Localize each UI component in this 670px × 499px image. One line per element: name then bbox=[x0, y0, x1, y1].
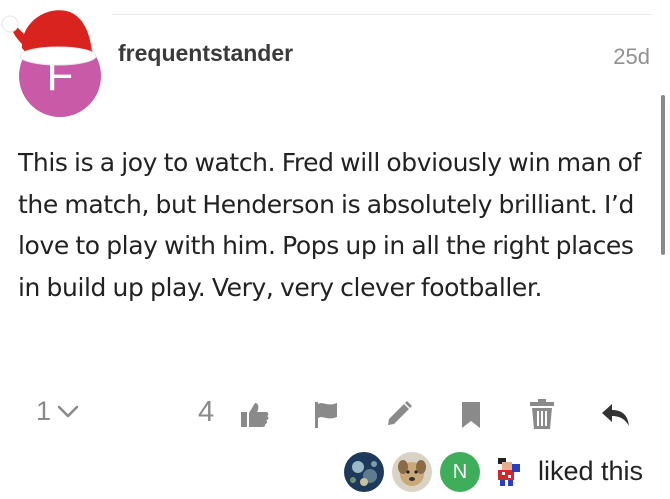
liker-avatar-n[interactable]: N bbox=[440, 452, 480, 492]
liker-avatar-1[interactable] bbox=[344, 452, 384, 492]
chevron-down-icon bbox=[57, 405, 79, 417]
trash-icon[interactable] bbox=[529, 398, 555, 430]
liker-avatar-pixel[interactable] bbox=[488, 452, 528, 492]
post-actions: 1 4 bbox=[0, 388, 670, 438]
reply-count: 1 bbox=[36, 396, 52, 426]
top-divider bbox=[112, 14, 652, 15]
liker-avatar-dog[interactable] bbox=[392, 452, 432, 492]
santa-hat-icon bbox=[1, 10, 97, 66]
reply-icon[interactable] bbox=[600, 402, 632, 428]
liked-this-text: liked this bbox=[538, 456, 644, 486]
likers-row: N liked this bbox=[340, 452, 670, 494]
show-replies-button[interactable]: 1 bbox=[36, 396, 79, 427]
post-date[interactable]: 25d bbox=[590, 44, 650, 70]
post-username[interactable]: frequentstander bbox=[118, 40, 293, 67]
post-body: This is a joy to watch. Fred will obviou… bbox=[18, 148, 641, 302]
scrollbar[interactable] bbox=[661, 95, 665, 255]
edit-pencil-icon[interactable] bbox=[385, 400, 413, 428]
thumbs-up-icon[interactable] bbox=[240, 400, 270, 430]
like-count[interactable]: 4 bbox=[198, 396, 214, 429]
bookmark-icon[interactable] bbox=[460, 400, 482, 430]
flag-icon[interactable] bbox=[313, 400, 339, 430]
author-avatar-container[interactable]: F bbox=[0, 0, 110, 125]
